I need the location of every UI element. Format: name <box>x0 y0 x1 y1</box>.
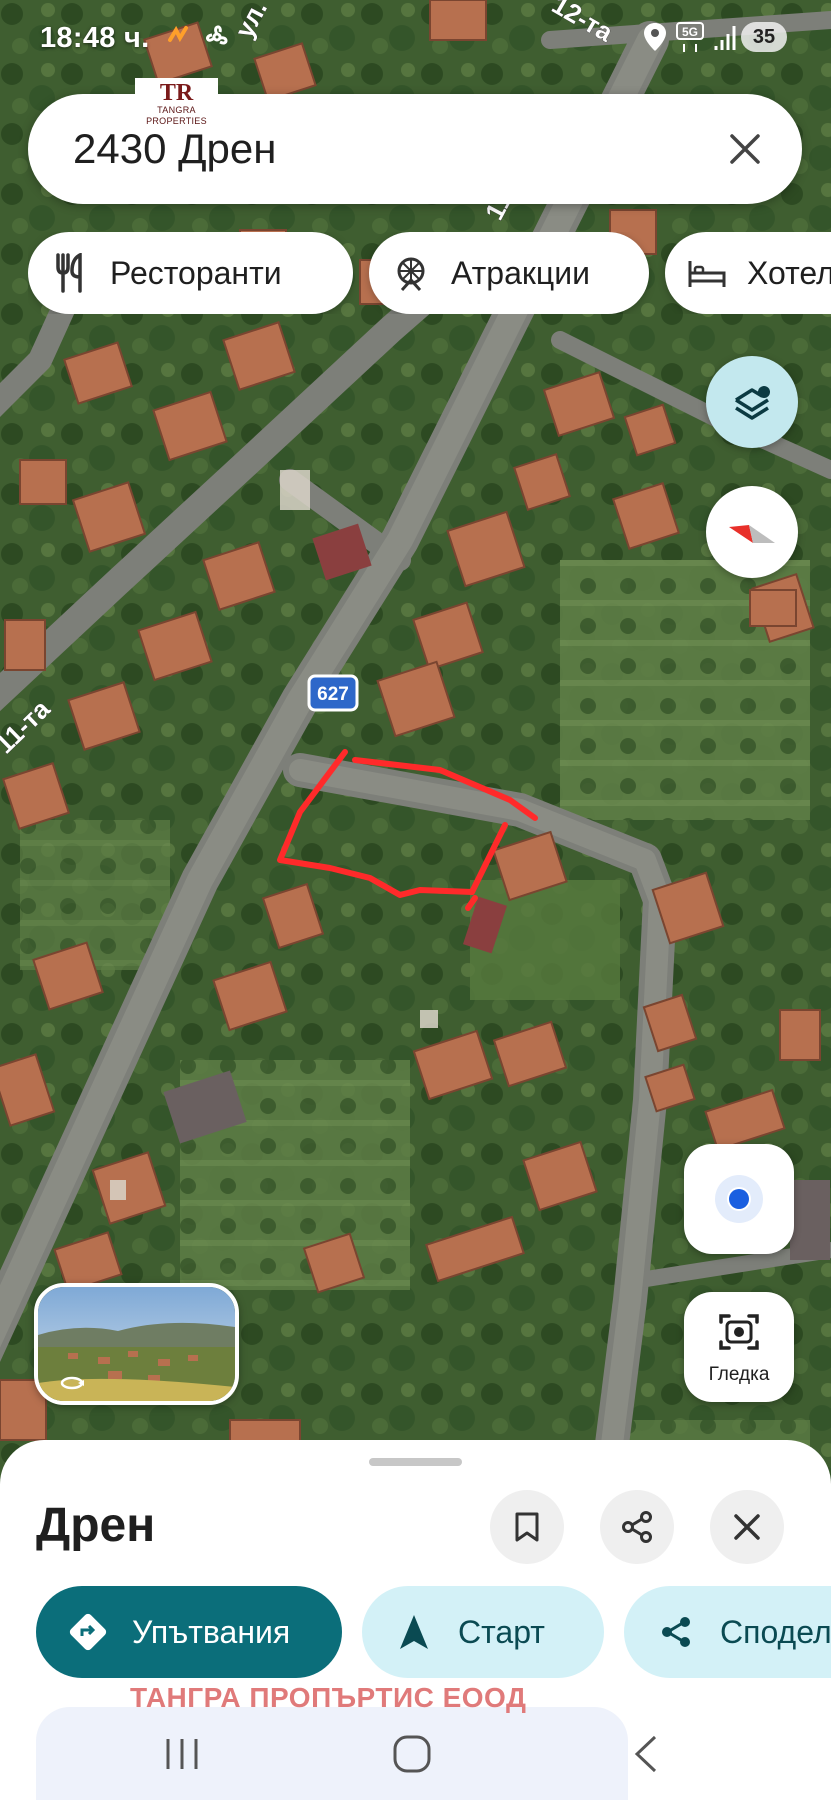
search-input[interactable]: 2430 Дрен <box>73 125 276 173</box>
road-badge-label: 627 <box>317 684 349 705</box>
restaurant-icon <box>48 251 92 295</box>
chip-label: Хотели <box>747 254 831 291</box>
place-title: Дрен <box>36 1499 156 1552</box>
compass-icon <box>729 525 775 543</box>
location-status-icon <box>640 20 670 59</box>
close-sheet-button[interactable] <box>710 1490 784 1564</box>
share-icon <box>654 1610 698 1654</box>
status-bar: 18:48 ч. 5G 35 <box>0 0 831 78</box>
start-button[interactable]: Старт <box>362 1586 604 1678</box>
sheet-drag-handle[interactable] <box>369 1458 462 1466</box>
share-icon <box>622 1511 652 1543</box>
camera-icon <box>719 1314 759 1350</box>
chip-attractions[interactable]: Атракции <box>369 232 649 314</box>
home-icon <box>393 1735 431 1772</box>
category-chips: Ресторанти Атракции Хотели <box>28 232 831 314</box>
directions-icon <box>66 1610 110 1654</box>
street-view-button[interactable]: Гледка <box>684 1292 794 1402</box>
street-view-label: Гледка <box>708 1364 770 1385</box>
place-bottom-sheet: Дрен Упътвания Старт Споделяне <box>0 1440 831 1800</box>
layers-icon <box>735 386 770 420</box>
network-5g-icon: 5G <box>676 22 706 52</box>
close-icon <box>730 134 760 164</box>
network-label: 5G <box>682 25 698 39</box>
chip-restaurants[interactable]: Ресторанти <box>28 232 353 314</box>
clear-search-button[interactable] <box>716 120 774 178</box>
close-icon <box>734 1514 760 1540</box>
brand-logo: TR TANGRA PROPERTIES <box>135 78 218 126</box>
chip-hotels[interactable]: Хотели <box>665 232 831 314</box>
action-label: Старт <box>458 1613 545 1650</box>
action-label: Упътвания <box>132 1613 291 1650</box>
layers-button[interactable] <box>706 356 798 448</box>
location-dot-icon <box>715 1175 763 1223</box>
battery-indicator: 35 <box>741 22 787 52</box>
save-button[interactable] <box>490 1490 564 1564</box>
share-button[interactable] <box>600 1490 674 1564</box>
logo-text: TANGRA PROPERTIES <box>146 105 207 126</box>
status-time: 18:48 ч. <box>40 22 150 54</box>
hotel-icon <box>685 251 729 295</box>
share-action-button[interactable]: Споделяне <box>624 1586 831 1678</box>
chip-label: Атракции <box>451 254 590 291</box>
home-button[interactable] <box>362 1707 462 1800</box>
road-badge: 627 <box>307 674 359 712</box>
notification-icon <box>162 20 196 59</box>
compass-button[interactable] <box>706 486 798 578</box>
fan-icon <box>200 20 234 59</box>
bookmark-icon <box>515 1512 539 1542</box>
signal-icon <box>712 20 738 59</box>
my-location-button[interactable] <box>684 1144 794 1254</box>
back-button[interactable] <box>596 1707 696 1800</box>
logo-mark: TR <box>159 80 194 106</box>
attractions-icon <box>389 251 433 295</box>
recent-apps-button[interactable] <box>132 1707 232 1800</box>
navigation-icon <box>392 1610 436 1654</box>
action-label: Споделяне <box>720 1613 831 1650</box>
back-icon <box>634 1735 657 1772</box>
place-photo-thumbnail[interactable] <box>34 1283 239 1405</box>
recents-icon <box>166 1738 198 1769</box>
directions-button[interactable]: Упътвания <box>36 1586 342 1678</box>
watermark-text: ТАНГРА ПРОПЪРТИС ЕООД <box>130 1682 527 1713</box>
system-nav-bar <box>36 1707 657 1800</box>
chip-label: Ресторанти <box>110 254 282 291</box>
